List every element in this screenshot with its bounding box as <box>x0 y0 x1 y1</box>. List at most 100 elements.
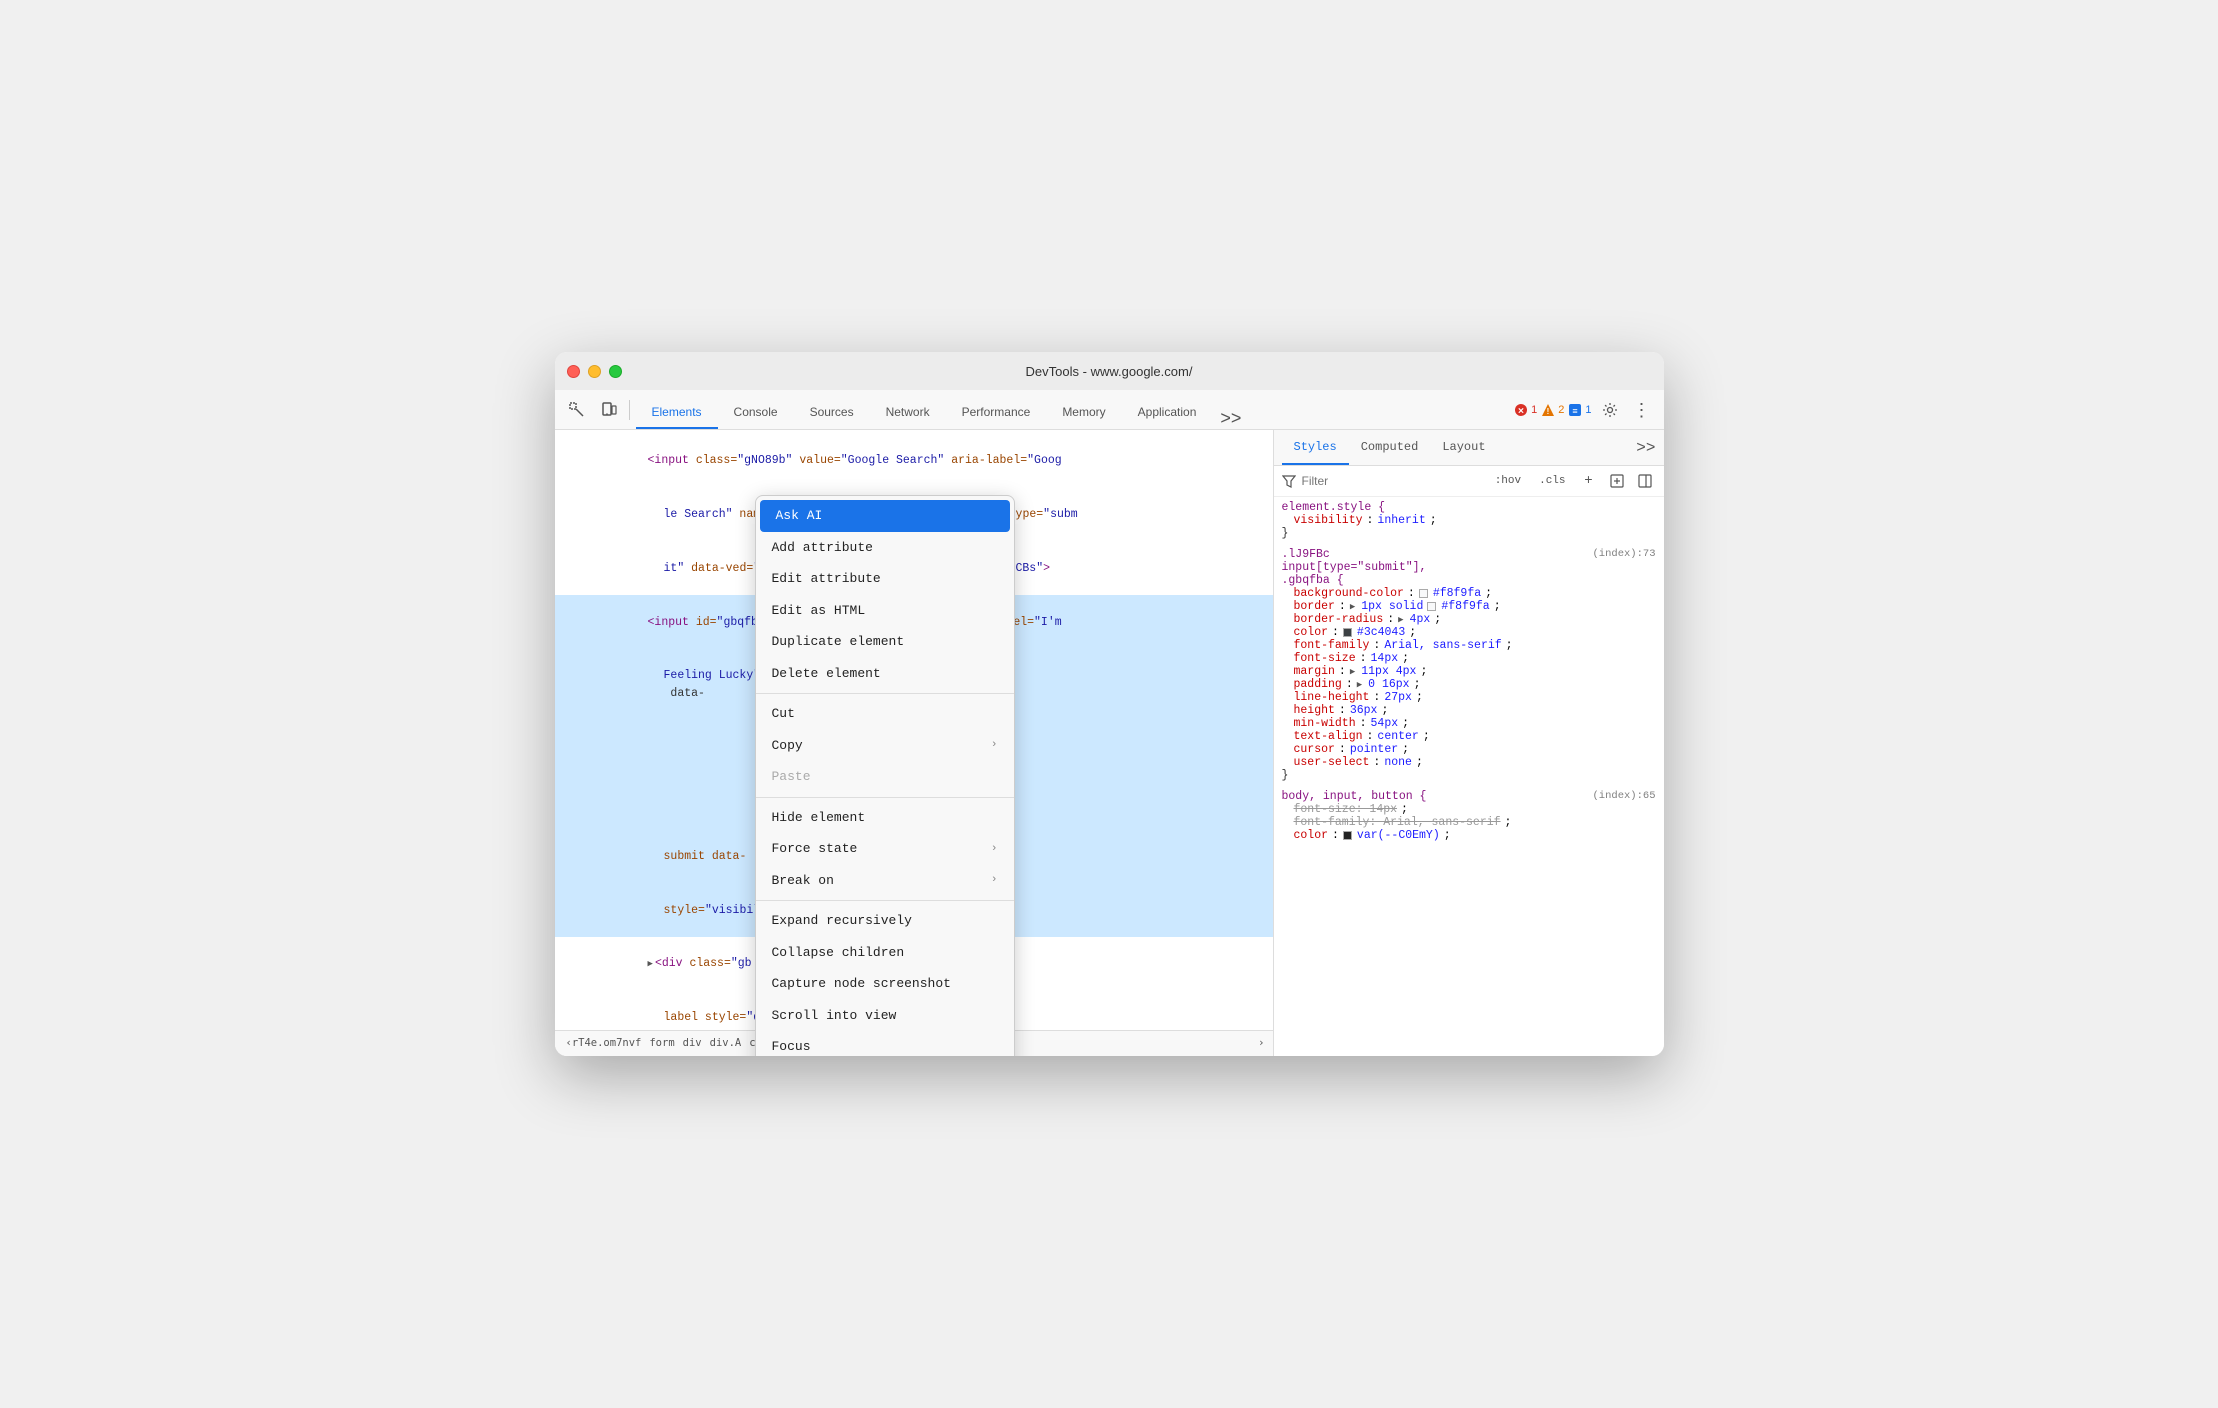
more-options-icon[interactable]: ⋮ <box>1628 396 1656 424</box>
tab-application[interactable]: Application <box>1122 397 1213 429</box>
css-prop: border <box>1294 600 1335 613</box>
css-value: none <box>1384 756 1412 769</box>
more-tabs-button[interactable]: >> <box>1212 408 1249 429</box>
styles-panel: Styles Computed Layout >> :hov .cls + <box>1274 430 1664 1056</box>
css-colon: : <box>1339 704 1346 717</box>
menu-item-cut[interactable]: Cut <box>756 698 1014 730</box>
menu-item-label: Force state <box>772 839 858 859</box>
styles-filter-input[interactable] <box>1302 474 1483 488</box>
css-property-margin: margin : ▶ 11px 4px ; <box>1282 665 1656 678</box>
tab-memory[interactable]: Memory <box>1046 397 1121 429</box>
menu-item-hide[interactable]: Hide element <box>756 802 1014 834</box>
add-style-icon[interactable]: + <box>1578 470 1600 492</box>
context-menu-overlay[interactable]: Ask AI Add attribute Edit attribute Edit… <box>555 430 1273 1056</box>
menu-separator <box>756 693 1014 694</box>
error-badge: ✕ 1 <box>1514 403 1537 417</box>
inspect-icon[interactable] <box>563 396 591 424</box>
css-colon: : <box>1360 652 1367 665</box>
menu-item-copy[interactable]: Copy › <box>756 730 1014 762</box>
submenu-arrow: › <box>991 841 998 858</box>
menu-item-scroll[interactable]: Scroll into view <box>756 1000 1014 1032</box>
menu-item-edit-attribute[interactable]: Edit attribute <box>756 563 1014 595</box>
hov-filter-button[interactable]: :hov <box>1489 473 1527 489</box>
menu-item-expand[interactable]: Expand recursively <box>756 905 1014 937</box>
menu-item-label: Copy <box>772 736 803 756</box>
color-swatch[interactable] <box>1419 589 1428 598</box>
menu-item-label: Duplicate element <box>772 632 905 652</box>
tab-styles[interactable]: Styles <box>1282 431 1349 465</box>
css-semi: ; <box>1401 803 1408 816</box>
menu-item-duplicate[interactable]: Duplicate element <box>756 626 1014 658</box>
tab-console[interactable]: Console <box>718 397 794 429</box>
css-source: (index):73 <box>1592 548 1655 561</box>
menu-item-label: Scroll into view <box>772 1006 897 1026</box>
css-property-cursor: cursor : pointer ; <box>1282 743 1656 756</box>
menu-item-collapse[interactable]: Collapse children <box>756 937 1014 969</box>
device-icon[interactable] <box>595 396 623 424</box>
css-property-padding: padding : ▶ 0 16px ; <box>1282 678 1656 691</box>
tab-computed[interactable]: Computed <box>1349 431 1431 465</box>
color-swatch[interactable] <box>1343 831 1352 840</box>
css-value: 36px <box>1350 704 1378 717</box>
menu-item-capture[interactable]: Capture node screenshot <box>756 968 1014 1000</box>
menu-item-force-state[interactable]: Force state › <box>756 833 1014 865</box>
css-semi: ; <box>1506 639 1513 652</box>
menu-item-label: Paste <box>772 767 811 787</box>
more-styles-tabs[interactable]: >> <box>1636 439 1655 457</box>
css-property-font-size: font-size : 14px ; <box>1282 652 1656 665</box>
tab-sources[interactable]: Sources <box>794 397 870 429</box>
color-swatch[interactable] <box>1343 628 1352 637</box>
css-semi: ; <box>1416 691 1423 704</box>
new-style-rule-icon[interactable] <box>1606 470 1628 492</box>
css-colon: : <box>1339 665 1346 678</box>
menu-item-break-on[interactable]: Break on › <box>756 865 1014 897</box>
css-property-height: height : 36px ; <box>1282 704 1656 717</box>
css-selector-2-line: input[type="submit"], <box>1282 561 1656 574</box>
css-property-font-family: font-family : Arial, sans-serif ; <box>1282 639 1656 652</box>
menu-item-add-attribute[interactable]: Add attribute <box>756 532 1014 564</box>
css-value: var(--C0EmY) <box>1357 829 1440 842</box>
css-colon: : <box>1373 756 1380 769</box>
dom-panel[interactable]: <input class="gNO89b" value="Google Sear… <box>555 430 1274 1056</box>
css-prop: font-size <box>1294 652 1356 665</box>
css-semi: ; <box>1402 743 1409 756</box>
css-prop: color <box>1294 626 1329 639</box>
color-swatch[interactable] <box>1427 602 1436 611</box>
css-prop: background-color <box>1294 587 1404 600</box>
css-rule-body-input: body, input, button { (index):65 font-si… <box>1282 790 1656 842</box>
css-property-color-var: color : var(--C0EmY) ; <box>1282 829 1656 842</box>
css-semi: ; <box>1434 613 1441 626</box>
css-semi: ; <box>1414 678 1421 691</box>
css-property-line: visibility : inherit ; <box>1282 514 1656 527</box>
window-title: DevTools - www.google.com/ <box>1026 364 1193 379</box>
css-colon: : <box>1360 717 1367 730</box>
info-badge: ≡ 1 <box>1568 403 1591 417</box>
expand-triangle[interactable]: ▶ <box>1357 680 1362 690</box>
css-prop: line-height <box>1294 691 1370 704</box>
tab-elements[interactable]: Elements <box>636 397 718 429</box>
menu-item-ask-ai[interactable]: Ask AI <box>760 500 1010 532</box>
expand-triangle[interactable]: ▶ <box>1350 667 1355 677</box>
expand-triangle[interactable]: ▶ <box>1350 602 1355 612</box>
css-prop: height <box>1294 704 1335 717</box>
menu-item-edit-html[interactable]: Edit as HTML <box>756 595 1014 627</box>
tab-network[interactable]: Network <box>870 397 946 429</box>
css-semi: ; <box>1409 626 1416 639</box>
close-button[interactable] <box>567 365 580 378</box>
cls-filter-button[interactable]: .cls <box>1533 473 1571 489</box>
titlebar: DevTools - www.google.com/ <box>555 352 1664 390</box>
minimize-button[interactable] <box>588 365 601 378</box>
traffic-lights <box>567 365 622 378</box>
toggle-sidebar-icon[interactable] <box>1634 470 1656 492</box>
expand-triangle[interactable]: ▶ <box>1398 615 1403 625</box>
menu-item-label: Expand recursively <box>772 911 912 931</box>
menu-item-delete[interactable]: Delete element <box>756 658 1014 690</box>
menu-item-label: Capture node screenshot <box>772 974 951 994</box>
tab-performance[interactable]: Performance <box>946 397 1047 429</box>
css-prop: user-select <box>1294 756 1370 769</box>
menu-item-focus[interactable]: Focus <box>756 1031 1014 1056</box>
settings-icon[interactable] <box>1596 396 1624 424</box>
tab-layout[interactable]: Layout <box>1430 431 1497 465</box>
css-semi: ; <box>1423 730 1430 743</box>
maximize-button[interactable] <box>609 365 622 378</box>
